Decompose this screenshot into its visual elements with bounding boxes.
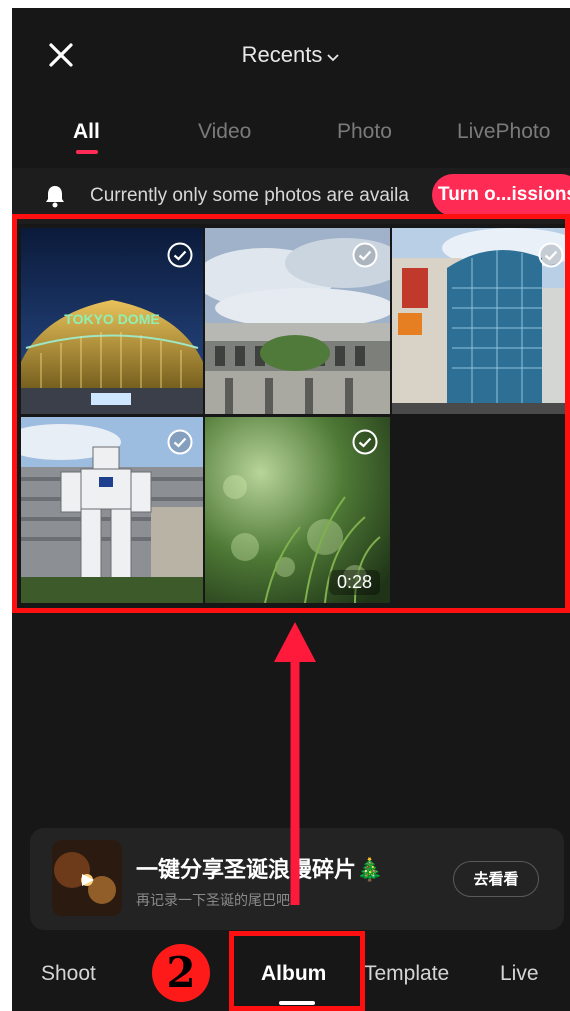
tab-all[interactable]: All (73, 120, 100, 144)
media-thumbnail[interactable] (205, 228, 390, 414)
bell-icon (46, 186, 64, 208)
top-bar: Recents (12, 8, 570, 103)
media-grid: TOKYO DOME 0:28 (12, 226, 570, 606)
promo-banner[interactable]: 一键分享圣诞浪漫碎片🎄 再记录一下圣诞的尾巴吧~ 去看看 (30, 828, 564, 930)
tab-photo[interactable]: Photo (337, 120, 392, 144)
selected-check-icon[interactable] (538, 242, 564, 268)
nav-shoot[interactable]: Shoot (41, 962, 96, 986)
media-thumbnail[interactable]: TOKYO DOME (21, 228, 203, 414)
promo-thumbnail (52, 840, 122, 916)
album-title: Recents (241, 42, 323, 67)
video-duration: 0:28 (328, 570, 380, 595)
chevron-down-icon (326, 42, 340, 68)
tab-active-indicator (76, 150, 98, 154)
nav-active-indicator (279, 1001, 315, 1005)
nav-album[interactable]: Album (261, 962, 326, 986)
media-thumbnail[interactable] (392, 228, 570, 414)
tab-video[interactable]: Video (198, 120, 251, 144)
selected-check-icon[interactable] (167, 242, 193, 268)
nav-live[interactable]: Live (500, 962, 539, 986)
filter-tabs: All Video Photo LivePhoto (12, 116, 570, 168)
selected-check-icon[interactable] (352, 429, 378, 455)
media-thumbnail-video[interactable]: 0:28 (205, 417, 390, 603)
turn-on-permissions-button[interactable]: Turn o...issions (432, 174, 570, 216)
promo-title: 一键分享圣诞浪漫碎片🎄 (136, 857, 384, 882)
promo-subtitle: 再记录一下圣诞的尾巴吧~ (136, 892, 299, 908)
selected-check-icon[interactable] (167, 429, 193, 455)
media-thumbnail[interactable] (21, 417, 203, 603)
dome-sign-text: TOKYO DOME (64, 311, 159, 327)
permission-notice: Currently only some photos are availa Tu… (12, 168, 570, 224)
nav-template[interactable]: Template (364, 962, 449, 986)
tab-livephoto[interactable]: LivePhoto (457, 120, 550, 144)
album-selector[interactable]: Recents (12, 42, 570, 68)
phone-screen: Recents All Video Photo LivePhoto Curren… (12, 8, 570, 1011)
selected-check-icon[interactable] (352, 242, 378, 268)
notice-text: Currently only some photos are availa (90, 185, 409, 206)
christmas-tree-icon: 🎄 (356, 857, 384, 882)
go-see-button[interactable]: 去看看 (453, 861, 539, 897)
bottom-nav: Shoot Album Template Live (12, 938, 570, 1011)
